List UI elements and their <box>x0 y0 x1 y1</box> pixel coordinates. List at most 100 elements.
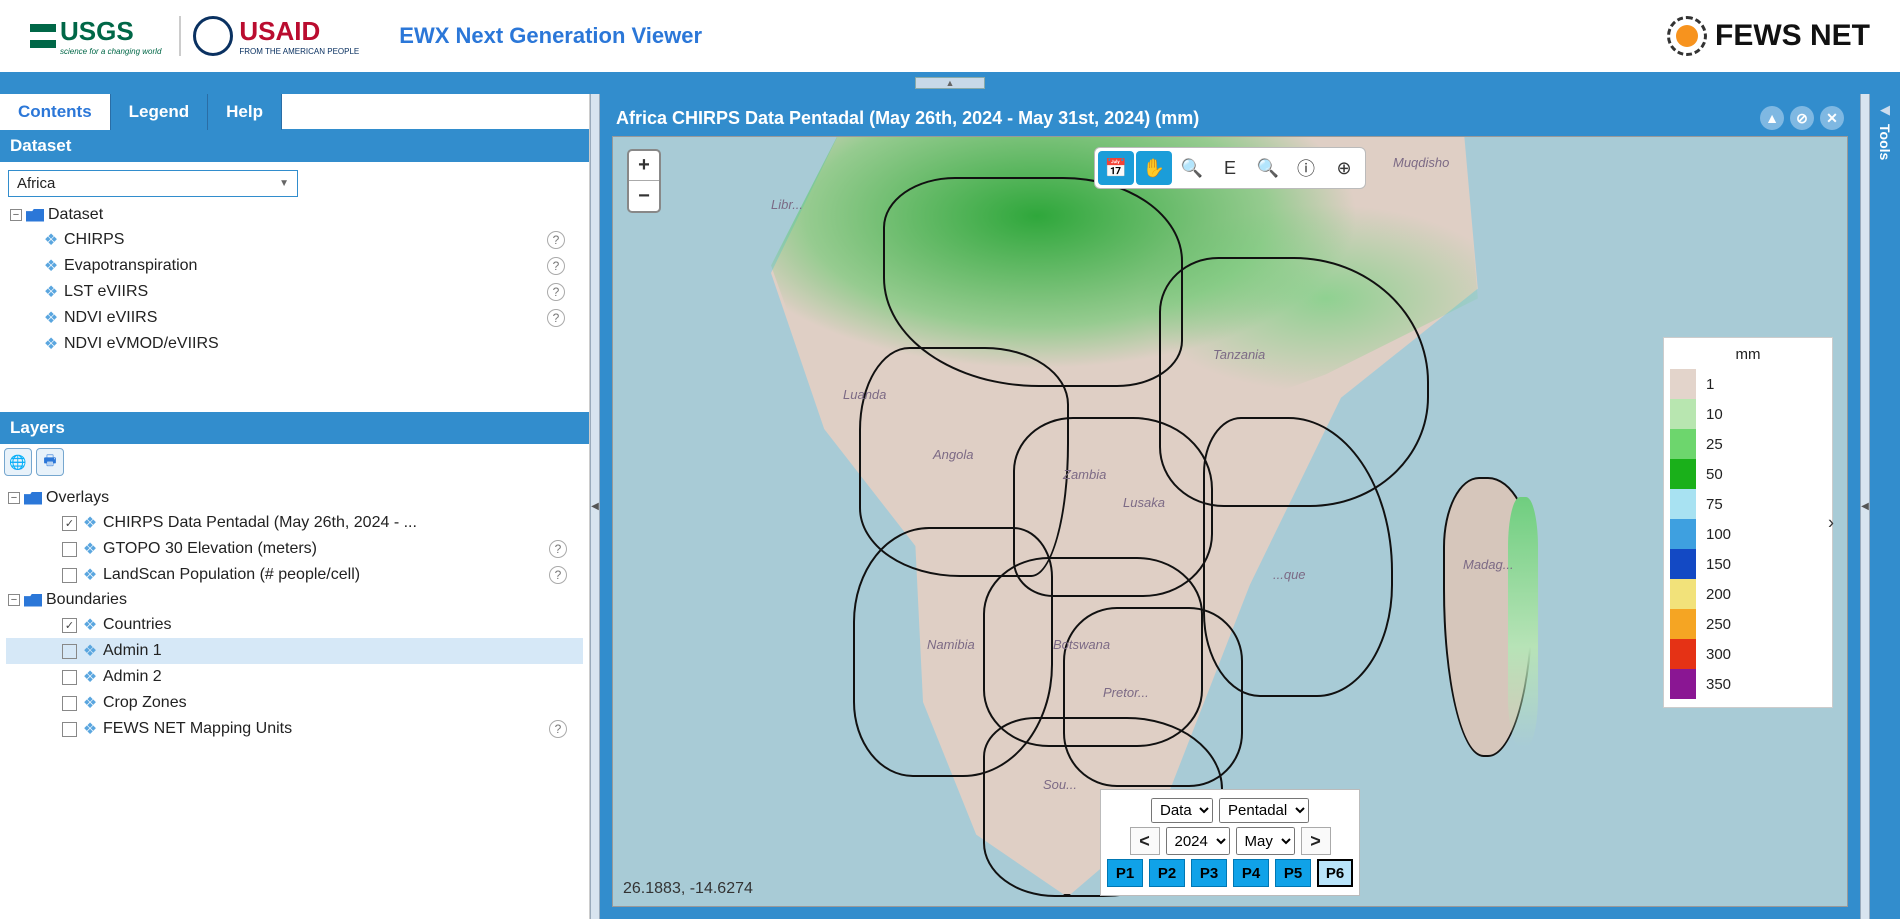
layer-item[interactable]: ✓❖Countries <box>6 612 583 638</box>
layer-checkbox[interactable] <box>62 670 77 685</box>
dataset-item-label: CHIRPS <box>64 231 124 249</box>
close-icon[interactable]: ✕ <box>1820 106 1844 130</box>
identify-tool-button[interactable]: ⓘ <box>1288 151 1324 185</box>
layer-checkbox[interactable]: ✓ <box>62 618 77 633</box>
help-icon[interactable]: ? <box>547 257 565 275</box>
zoom-control: + − <box>627 149 661 213</box>
zoom-in-button[interactable]: + <box>629 151 659 181</box>
layer-checkbox[interactable] <box>62 542 77 557</box>
help-icon[interactable]: ? <box>549 566 567 584</box>
next-button[interactable]: > <box>1301 827 1331 855</box>
collapse-icon[interactable]: − <box>8 594 20 606</box>
map-label: Botswana <box>1053 637 1110 652</box>
layer-checkbox[interactable] <box>62 696 77 711</box>
layer-item[interactable]: ✓❖CHIRPS Data Pentadal (May 26th, 2024 -… <box>6 510 583 536</box>
pentad-button[interactable]: P3 <box>1191 859 1227 887</box>
tab-legend[interactable]: Legend <box>111 94 208 130</box>
zoom-out-tool-button[interactable]: 🔍 <box>1250 151 1286 185</box>
layer-icon: ❖ <box>81 513 99 533</box>
layer-checkbox[interactable] <box>62 644 77 659</box>
layer-label: Admin 2 <box>103 668 162 686</box>
pentad-button[interactable]: P1 <box>1107 859 1143 887</box>
layer-icon: ❖ <box>81 565 99 585</box>
collapse-icon[interactable]: − <box>8 492 20 504</box>
legend-row: 300 <box>1670 639 1826 669</box>
boundaries-label: Boundaries <box>46 591 127 609</box>
help-icon[interactable]: ? <box>547 231 565 249</box>
forbidden-icon[interactable]: ⊘ <box>1790 106 1814 130</box>
dataset-panel-body[interactable]: Africa ▼ − Dataset ❖CHIRPS? ❖Evapotransp… <box>0 162 589 412</box>
legend-row: 75 <box>1670 489 1826 519</box>
layer-item[interactable]: ❖Admin 2 <box>6 664 583 690</box>
overlays-folder[interactable]: − Overlays <box>6 486 583 510</box>
dataset-item[interactable]: ❖Evapotranspiration? <box>8 253 581 279</box>
print-tool-button[interactable]: 🖶 <box>36 448 64 476</box>
legend-swatch <box>1670 369 1696 399</box>
usaid-text: USAID <box>239 16 320 46</box>
globe-tool-button[interactable]: 🌐 <box>4 448 32 476</box>
map-label: Zambia <box>1063 467 1106 482</box>
collapse-up-icon[interactable]: ▲ <box>1760 106 1784 130</box>
layer-item[interactable]: ❖Crop Zones <box>6 690 583 716</box>
time-tool-button[interactable]: 📅 <box>1098 151 1134 185</box>
prev-button[interactable]: < <box>1130 827 1160 855</box>
pentad-button[interactable]: P2 <box>1149 859 1185 887</box>
map-label: Lusaka <box>1123 495 1165 510</box>
zoom-in-tool-button[interactable]: 🔍 <box>1174 151 1210 185</box>
boundaries-folder[interactable]: − Boundaries <box>6 588 583 612</box>
pan-tool-button[interactable]: ✋ <box>1136 151 1172 185</box>
extent-tool-button[interactable]: E <box>1212 151 1248 185</box>
dataset-item[interactable]: ❖NDVI eVIIRS? <box>8 305 581 331</box>
region-select[interactable]: Africa ▼ <box>8 170 298 197</box>
hand-icon: ✋ <box>1143 158 1165 179</box>
left-splitter[interactable]: ◀ <box>590 94 600 919</box>
legend-row: 350 <box>1670 669 1826 699</box>
dataset-item-label: NDVI eVIIRS <box>64 309 157 327</box>
dataset-item[interactable]: ❖CHIRPS? <box>8 227 581 253</box>
zoom-out-button[interactable]: − <box>629 181 659 211</box>
layers-panel-body[interactable]: − Overlays ✓❖CHIRPS Data Pentadal (May 2… <box>0 480 589 860</box>
target-tool-button[interactable]: ⊕ <box>1326 151 1362 185</box>
year-select[interactable]: 2024 <box>1166 827 1230 855</box>
help-icon[interactable]: ? <box>549 720 567 738</box>
fewsnet-logo: FEWS NET <box>1667 16 1870 56</box>
tools-sidebar[interactable]: ◀ Tools <box>1870 94 1900 919</box>
right-splitter[interactable]: ◀ <box>1860 94 1870 919</box>
layer-item[interactable]: ❖Admin 1 <box>6 638 583 664</box>
layer-checkbox[interactable] <box>62 568 77 583</box>
dataset-item[interactable]: ❖NDVI eVMOD/eVIIRS <box>8 331 581 357</box>
layer-item[interactable]: ❖GTOPO 30 Elevation (meters)? <box>6 536 583 562</box>
pentad-button[interactable]: P5 <box>1275 859 1311 887</box>
dataset-panel-header: Dataset <box>0 130 589 162</box>
dataset-item-label: LST eVIIRS <box>64 283 148 301</box>
interval-select[interactable]: Pentadal <box>1219 798 1309 823</box>
tab-contents[interactable]: Contents <box>0 94 111 130</box>
dataset-item[interactable]: ❖LST eVIIRS? <box>8 279 581 305</box>
layer-checkbox[interactable] <box>62 722 77 737</box>
collapse-top-handle[interactable]: ▲ <box>915 77 985 89</box>
legend-expand-icon[interactable]: › <box>1828 512 1834 533</box>
data-type-select[interactable]: Data <box>1151 798 1213 823</box>
help-icon[interactable]: ? <box>547 283 565 301</box>
help-icon[interactable]: ? <box>547 309 565 327</box>
layer-icon: ❖ <box>81 641 99 661</box>
left-tabs: Contents Legend Help <box>0 94 589 130</box>
dataset-root-node[interactable]: − Dataset <box>8 203 581 227</box>
pentad-button[interactable]: P6 <box>1317 859 1353 887</box>
legend-swatch <box>1670 429 1696 459</box>
tab-help[interactable]: Help <box>208 94 282 130</box>
month-select[interactable]: May <box>1236 827 1295 855</box>
map-canvas[interactable]: Libr... Luanda Angola Zambia Lusaka Nami… <box>612 136 1848 907</box>
layer-item[interactable]: ❖FEWS NET Mapping Units? <box>6 716 583 742</box>
tabs-filler <box>282 94 589 130</box>
legend-swatch <box>1670 669 1696 699</box>
pentad-button[interactable]: P4 <box>1233 859 1269 887</box>
legend-value: 200 <box>1706 586 1731 603</box>
layer-item[interactable]: ❖LandScan Population (# people/cell)? <box>6 562 583 588</box>
map-toolbar: 📅 ✋ 🔍 E 🔍 ⓘ ⊕ <box>1094 147 1366 189</box>
collapse-icon[interactable]: − <box>10 209 22 221</box>
magnifier-plus-icon: 🔍 <box>1181 158 1203 179</box>
chevron-left-icon[interactable]: ◀ <box>1880 102 1890 118</box>
layer-checkbox[interactable]: ✓ <box>62 516 77 531</box>
help-icon[interactable]: ? <box>549 540 567 558</box>
